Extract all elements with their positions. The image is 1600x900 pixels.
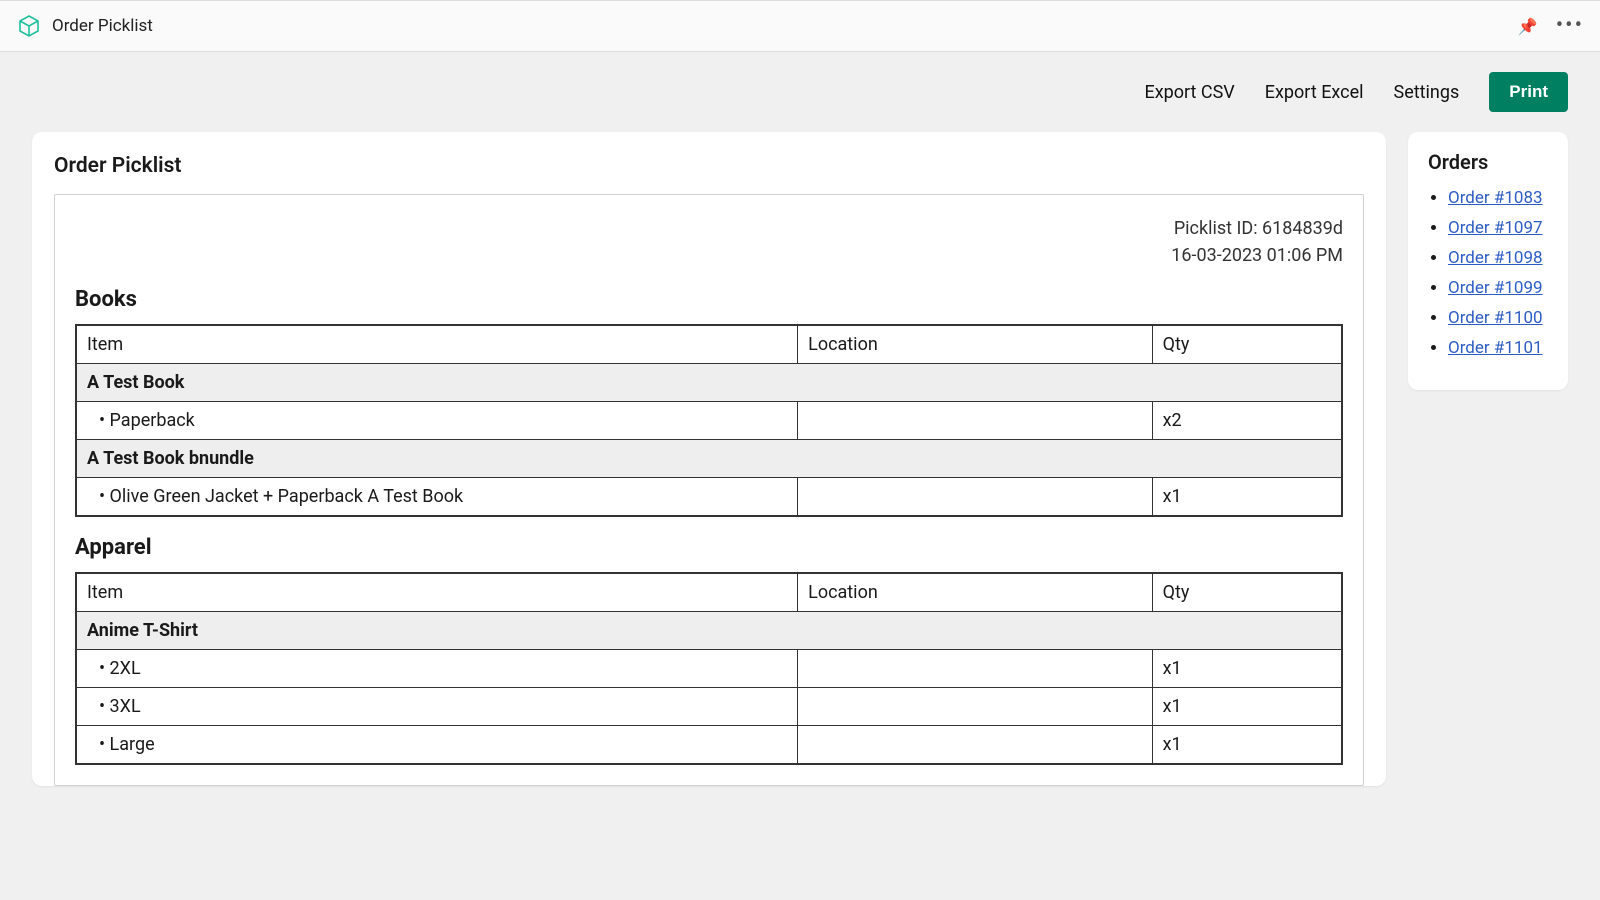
product-group: Anime T-Shirt xyxy=(76,612,1342,650)
list-item: Order #1099 xyxy=(1448,278,1548,298)
product-group: A Test Book bnundle xyxy=(76,440,1342,478)
location-cell xyxy=(798,688,1152,726)
pin-icon[interactable]: 📌 xyxy=(1518,17,1538,36)
list-item: Order #1098 xyxy=(1448,248,1548,268)
picklist-table: ItemLocationQtyAnime T-Shirt• 2XLx1• 3XL… xyxy=(75,572,1343,765)
list-item: Order #1097 xyxy=(1448,218,1548,238)
topbar-right: 📌 ••• xyxy=(1518,15,1584,37)
topbar-left: Order Picklist xyxy=(16,13,153,39)
location-cell xyxy=(798,402,1152,440)
picklist-meta: Picklist ID: 6184839d 16-03-2023 01:06 P… xyxy=(75,215,1343,269)
variant-cell: • 2XL xyxy=(76,650,798,688)
variant-cell: • Large xyxy=(76,726,798,765)
main-card: Order Picklist Picklist ID: 6184839d 16-… xyxy=(32,132,1386,786)
page-title: Order Picklist xyxy=(32,154,1386,194)
order-link[interactable]: Order #1100 xyxy=(1448,308,1543,328)
order-link[interactable]: Order #1097 xyxy=(1448,218,1543,238)
product-group: A Test Book xyxy=(76,364,1342,402)
column-location: Location xyxy=(798,573,1152,612)
section-title: Books xyxy=(75,287,1343,312)
qty-cell: x1 xyxy=(1152,726,1342,765)
table-row: • Olive Green Jacket + Paperback A Test … xyxy=(76,478,1342,517)
export-csv-button[interactable]: Export CSV xyxy=(1144,82,1234,103)
column-qty: Qty xyxy=(1152,573,1342,612)
column-item: Item xyxy=(76,325,798,364)
settings-button[interactable]: Settings xyxy=(1394,82,1460,103)
table-row: • Large x1 xyxy=(76,726,1342,765)
qty-cell: x2 xyxy=(1152,402,1342,440)
app-title: Order Picklist xyxy=(52,16,153,36)
order-link[interactable]: Order #1101 xyxy=(1448,338,1543,358)
more-menu-icon[interactable]: ••• xyxy=(1556,15,1584,37)
variant-cell: • 3XL xyxy=(76,688,798,726)
variant-cell: • Paperback xyxy=(76,402,798,440)
orders-card: Orders Order #1083 Order #1097 Order #1098… xyxy=(1408,132,1568,390)
orders-heading: Orders xyxy=(1428,150,1548,174)
picklist-id-label: Picklist ID: xyxy=(1174,218,1258,239)
qty-cell: x1 xyxy=(1152,650,1342,688)
order-link[interactable]: Order #1098 xyxy=(1448,248,1543,268)
table-row: • Paperback x2 xyxy=(76,402,1342,440)
picklist-id-value: 6184839d xyxy=(1262,218,1343,239)
top-bar: Order Picklist 📌 ••• xyxy=(0,0,1600,52)
column-location: Location xyxy=(798,325,1152,364)
order-link[interactable]: Order #1099 xyxy=(1448,278,1543,298)
picklist-container: Picklist ID: 6184839d 16-03-2023 01:06 P… xyxy=(54,194,1364,786)
qty-cell: x1 xyxy=(1152,688,1342,726)
section-title: Apparel xyxy=(75,535,1343,560)
location-cell xyxy=(798,478,1152,517)
variant-cell: • Olive Green Jacket + Paperback A Test … xyxy=(76,478,798,517)
column-item: Item xyxy=(76,573,798,612)
location-cell xyxy=(798,650,1152,688)
table-row: • 3XL x1 xyxy=(76,688,1342,726)
picklist-table: ItemLocationQtyA Test Book• Paperback x2A… xyxy=(75,324,1343,517)
table-row: • 2XL x1 xyxy=(76,650,1342,688)
list-item: Order #1083 xyxy=(1448,188,1548,208)
order-link[interactable]: Order #1083 xyxy=(1448,188,1543,208)
action-bar: Export CSV Export Excel Settings Print xyxy=(0,52,1600,122)
qty-cell: x1 xyxy=(1152,478,1342,517)
print-button[interactable]: Print xyxy=(1489,72,1568,112)
column-qty: Qty xyxy=(1152,325,1342,364)
list-item: Order #1100 xyxy=(1448,308,1548,328)
location-cell xyxy=(798,726,1152,765)
picklist-timestamp: 16-03-2023 01:06 PM xyxy=(75,242,1343,269)
app-box-icon xyxy=(16,13,42,39)
list-item: Order #1101 xyxy=(1448,338,1548,358)
export-excel-button[interactable]: Export Excel xyxy=(1265,82,1364,103)
